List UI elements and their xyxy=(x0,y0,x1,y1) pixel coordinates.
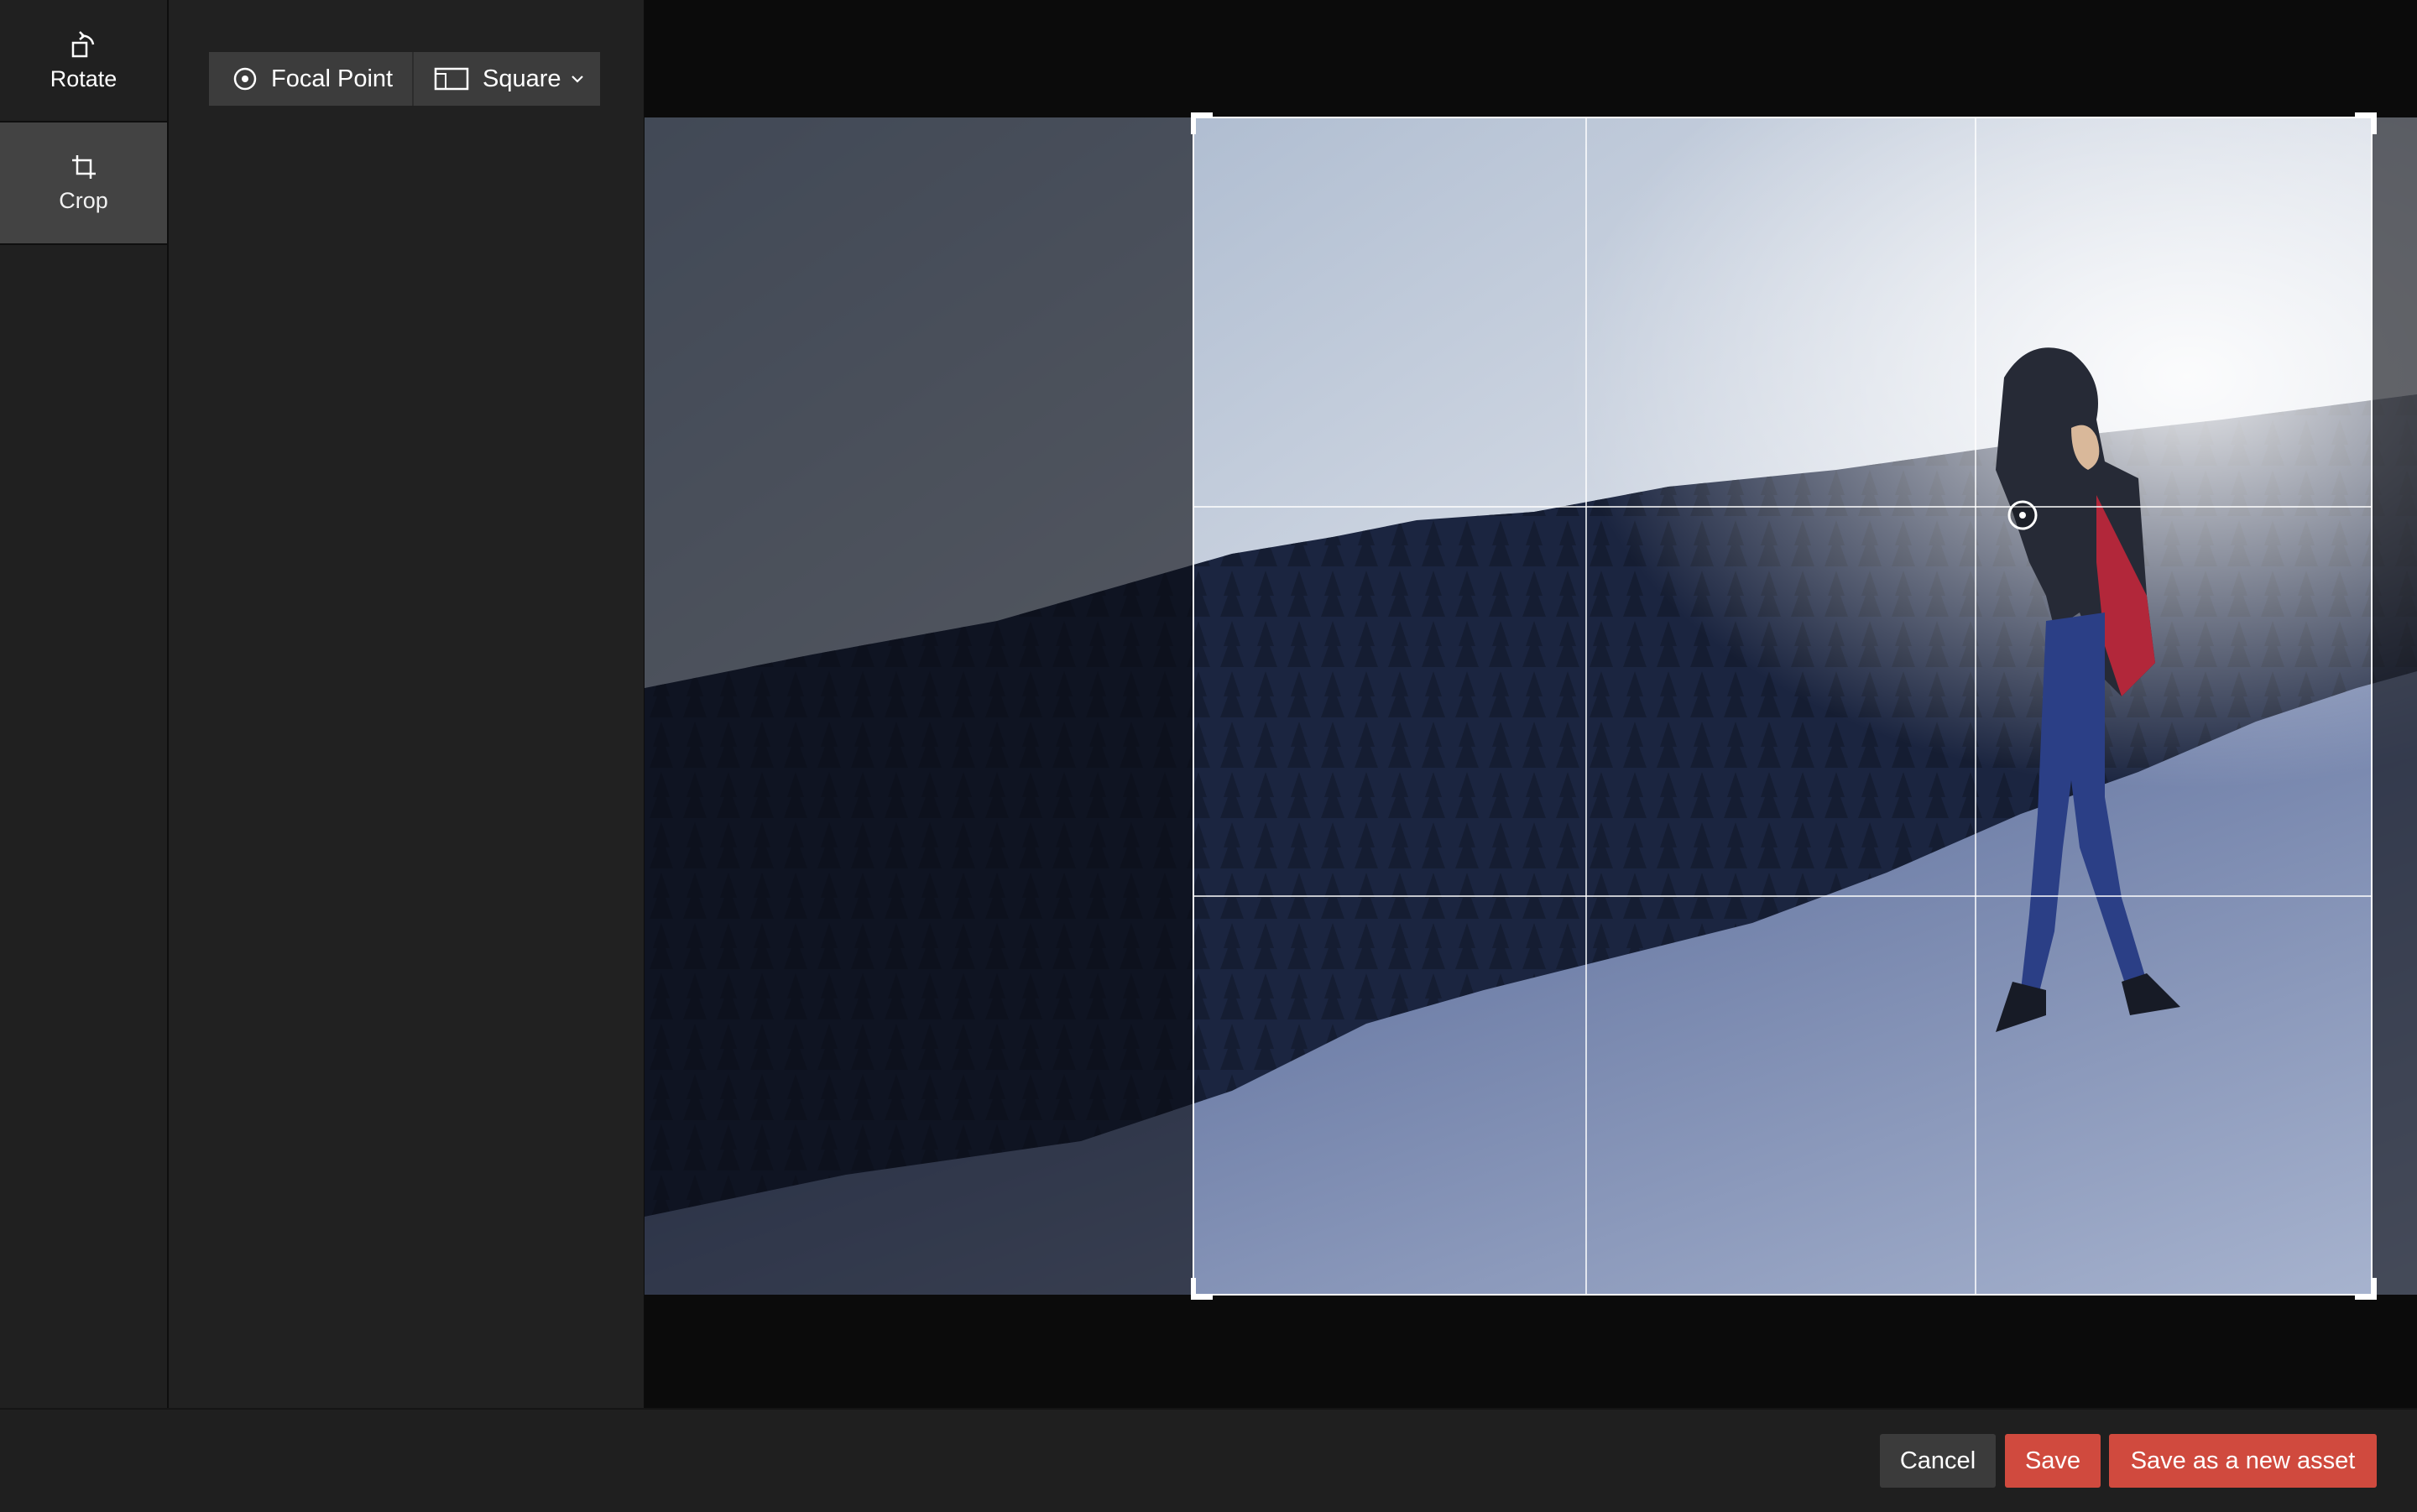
aspect-ratio-label: Square xyxy=(483,65,561,92)
focal-point-label: Focal Point xyxy=(271,65,394,92)
photo-illustration xyxy=(645,117,2417,1295)
rotate-tool-label: Rotate xyxy=(50,65,117,91)
canvas-bottom-area xyxy=(645,1295,2417,1408)
tool-rail: Rotate Crop xyxy=(0,0,169,1408)
crop-tool-label: Crop xyxy=(59,187,108,213)
crop-options-toolbar: Focal Point Square xyxy=(209,52,600,106)
save-button[interactable]: Save xyxy=(2005,1434,2101,1488)
crop-tool-button[interactable]: Crop xyxy=(0,123,167,245)
crop-options-panel: Focal Point Square xyxy=(169,0,644,1408)
canvas-top-area xyxy=(645,0,2417,117)
crop-icon xyxy=(71,154,96,179)
focal-point-button[interactable]: Focal Point xyxy=(209,52,412,106)
rotate-icon xyxy=(71,30,94,57)
focal-point-icon xyxy=(233,67,257,91)
focal-point-marker[interactable] xyxy=(2007,500,2038,530)
save-as-new-asset-button[interactable]: Save as a new asset xyxy=(2109,1434,2377,1488)
image-preview xyxy=(645,117,2417,1295)
aspect-ratio-icon xyxy=(434,67,469,91)
rotate-tool-button[interactable]: Rotate xyxy=(0,0,167,123)
chevron-down-icon xyxy=(571,76,583,83)
cancel-button[interactable]: Cancel xyxy=(1880,1434,1996,1488)
aspect-ratio-dropdown[interactable]: Square xyxy=(412,52,600,106)
